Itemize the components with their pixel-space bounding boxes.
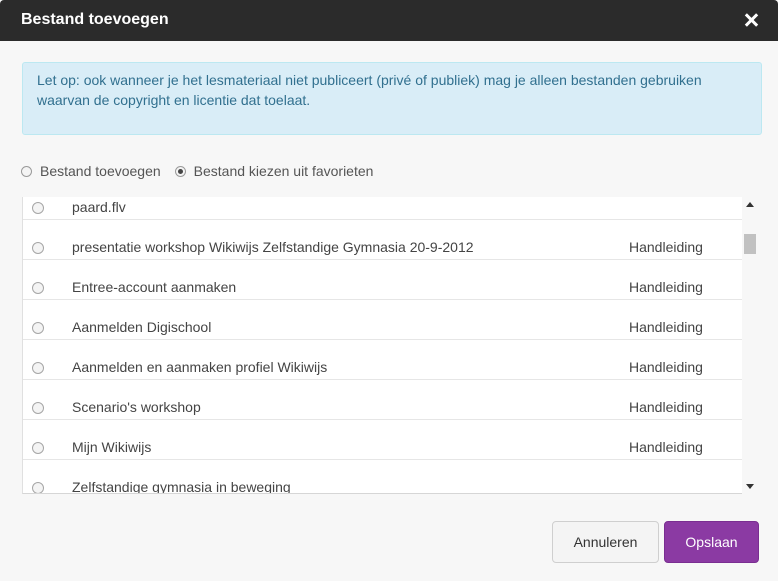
- item-name: presentatie workshop Wikiwijs Zelfstandi…: [72, 239, 474, 255]
- item-radio[interactable]: [32, 482, 44, 493]
- item-name: Scenario's workshop: [72, 399, 201, 415]
- radio-add-file-button[interactable]: [21, 165, 32, 177]
- item-type: Handleiding: [629, 239, 703, 255]
- favorites-list: paard.flv presentatie workshop Wikiwijs …: [22, 197, 744, 494]
- item-radio[interactable]: [32, 362, 44, 374]
- item-radio[interactable]: [32, 402, 44, 414]
- list-scrollbar[interactable]: [742, 197, 758, 494]
- scroll-up-icon[interactable]: [746, 202, 754, 207]
- copyright-alert: Let op: ook wanneer je het lesmateriaal …: [22, 62, 762, 135]
- item-type: Handleiding: [629, 359, 703, 375]
- list-item[interactable]: presentatie workshop Wikiwijs Zelfstandi…: [23, 220, 743, 260]
- item-radio[interactable]: [32, 442, 44, 454]
- scrollbar-thumb[interactable]: [744, 234, 756, 254]
- save-button[interactable]: Opslaan: [664, 521, 759, 563]
- item-name: Zelfstandige gymnasia in beweging: [72, 479, 291, 494]
- item-type: Handleiding: [629, 319, 703, 335]
- item-radio[interactable]: [32, 322, 44, 334]
- item-name: Aanmelden Digischool: [72, 319, 212, 335]
- list-item[interactable]: Aanmelden Digischool Handleiding: [23, 300, 743, 340]
- scroll-down-icon[interactable]: [746, 484, 754, 489]
- radio-add-file[interactable]: Bestand toevoegen: [21, 163, 161, 179]
- item-name: Aanmelden en aanmaken profiel Wikiwijs: [72, 359, 328, 375]
- item-type: Handleiding: [629, 399, 703, 415]
- dialog-body: Let op: ook wanneer je het lesmateriaal …: [0, 41, 778, 581]
- radio-favorites-label: Bestand kiezen uit favorieten: [193, 163, 374, 179]
- item-type: Handleiding: [629, 279, 703, 295]
- radio-add-file-label: Bestand toevoegen: [40, 163, 161, 179]
- item-radio[interactable]: [32, 282, 44, 294]
- item-name: Mijn Wikiwijs: [72, 439, 152, 455]
- item-name: paard.flv: [72, 199, 126, 215]
- item-type: Handleiding: [629, 439, 703, 455]
- close-icon[interactable]: [742, 10, 760, 30]
- list-item[interactable]: paard.flv: [23, 197, 743, 220]
- radio-favorites-button[interactable]: [174, 165, 186, 177]
- list-item[interactable]: Mijn Wikiwijs Handleiding: [23, 420, 743, 460]
- list-item[interactable]: Zelfstandige gymnasia in beweging: [23, 460, 743, 494]
- list-item[interactable]: Aanmelden en aanmaken profiel Wikiwijs Ha…: [23, 340, 743, 380]
- item-radio[interactable]: [32, 202, 44, 214]
- radio-favorites[interactable]: Bestand kiezen uit favorieten: [174, 163, 374, 179]
- source-radio-group: Bestand toevoegen Bestand kiezen uit fav…: [21, 163, 387, 179]
- dialog-header: Bestand toevoegen: [0, 0, 778, 41]
- item-name: Entree-account aanmaken: [72, 279, 237, 295]
- list-item[interactable]: Entree-account aanmaken Handleiding: [23, 260, 743, 300]
- dialog-title: Bestand toevoegen: [21, 11, 169, 28]
- list-item[interactable]: Scenario's workshop Handleiding: [23, 380, 743, 420]
- favorites-rows: paard.flv presentatie workshop Wikiwijs …: [23, 197, 743, 494]
- item-radio[interactable]: [32, 242, 44, 254]
- cancel-button[interactable]: Annuleren: [552, 521, 659, 563]
